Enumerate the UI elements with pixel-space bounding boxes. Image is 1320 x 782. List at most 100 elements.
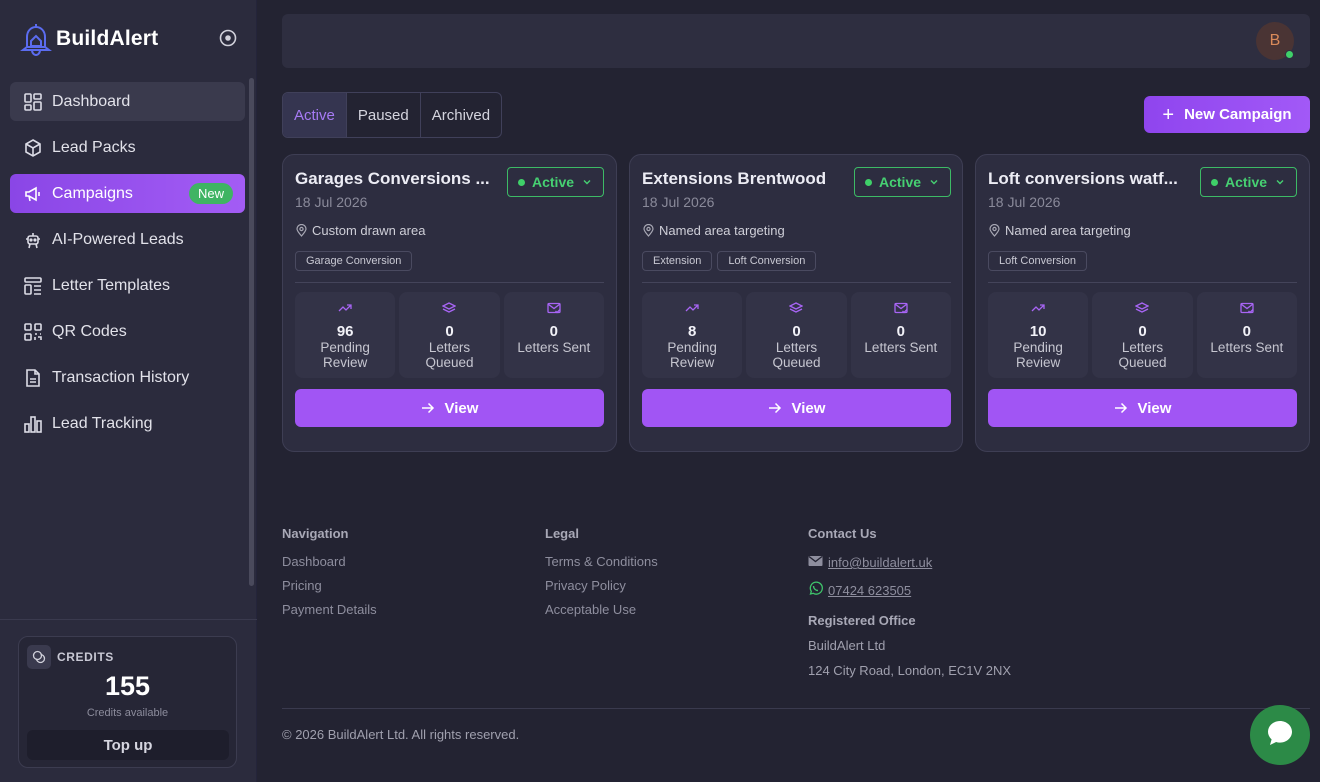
mail-check-icon: [851, 301, 951, 315]
stat-value: 96: [336, 323, 354, 340]
stat-letters-queued: 0 Letters Queued: [746, 292, 847, 378]
status-dropdown[interactable]: Active: [1200, 167, 1297, 197]
email-link[interactable]: info@buildalert.uk: [828, 555, 932, 570]
campaign-title: Extensions Brentwood: [642, 169, 827, 188]
divider: [282, 708, 1310, 709]
divider: [988, 282, 1297, 283]
stat-value: 0: [896, 323, 905, 340]
footer-link-pricing[interactable]: Pricing: [282, 578, 377, 593]
new-campaign-button[interactable]: + New Campaign: [1144, 96, 1310, 133]
campaign-area: Custom drawn area: [295, 223, 425, 238]
sidebar-item-label: Letter Templates: [52, 276, 170, 294]
sidebar-item-qr-codes[interactable]: QR Codes: [10, 312, 245, 351]
footer-link-payment-details[interactable]: Payment Details: [282, 602, 377, 617]
stat-value: 10: [1029, 323, 1047, 340]
sidebar-item-lead-tracking[interactable]: Lead Tracking: [10, 404, 245, 443]
campaign-card: Loft conversions watf... 18 Jul 2026 Act…: [975, 154, 1310, 452]
chat-button[interactable]: [1250, 705, 1310, 765]
stat-pending-review: 8 Pending Review: [642, 292, 743, 378]
status-dropdown[interactable]: Active: [507, 167, 604, 197]
registered-office-heading: Registered Office: [808, 613, 916, 628]
coins-icon: [27, 645, 51, 669]
company-address: 124 City Road, London, EC1V 2NX: [808, 663, 1012, 678]
stats-row: 10 Pending Review 0 Letters Queued 0 Let…: [988, 292, 1297, 378]
company-name: BuildAlert Ltd: [808, 638, 886, 653]
new-campaign-label: New Campaign: [1184, 106, 1292, 123]
sidebar-item-label: Lead Packs: [52, 138, 136, 156]
campaign-status-tabs: Active Paused Archived: [282, 92, 503, 138]
view-label: View: [1137, 399, 1172, 417]
tab-active[interactable]: Active: [283, 93, 347, 137]
brand-name: BuildAlert: [56, 27, 159, 50]
footer-link-dashboard[interactable]: Dashboard: [282, 554, 377, 569]
stat-letters-sent: 0 Letters Sent: [1196, 292, 1297, 378]
tag: Garage Conversion: [295, 251, 413, 271]
view-button[interactable]: View: [295, 389, 604, 427]
sidebar-scrollbar[interactable]: [249, 78, 254, 586]
avatar[interactable]: B: [1256, 22, 1294, 60]
chevron-down-icon: [1275, 174, 1285, 190]
tag-list: Garage Conversion: [295, 251, 413, 271]
footer-heading: Contact Us: [808, 526, 877, 541]
new-badge: New: [188, 183, 233, 204]
sidebar-item-label: Lead Tracking: [52, 414, 153, 432]
package-icon: [23, 138, 43, 158]
campaign-title: Loft conversions watf...: [988, 169, 1178, 188]
sidebar-item-ai-powered-leads[interactable]: AI-Powered Leads: [10, 220, 245, 259]
trending-up-icon: [642, 301, 742, 315]
tag: Loft Conversion: [988, 251, 1088, 271]
chevron-down-icon: [582, 174, 592, 190]
receipt-icon: [23, 368, 43, 388]
sidebar-item-letter-templates[interactable]: Letter Templates: [10, 266, 245, 305]
footer-heading: Navigation: [282, 526, 349, 541]
tab-archived[interactable]: Archived: [421, 93, 501, 137]
layers-icon: [399, 301, 499, 315]
robot-icon: [23, 230, 43, 250]
status-dropdown[interactable]: Active: [854, 167, 951, 197]
divider: [0, 619, 257, 620]
stat-label: Letters Queued: [772, 340, 821, 370]
status-label: Active: [532, 174, 575, 190]
chat-bubble-icon: [1265, 718, 1295, 753]
footer-contact: Contact Us info@buildalert.uk 07424 6235…: [808, 526, 1011, 688]
stat-pending-review: 10 Pending Review: [988, 292, 1089, 378]
campaign-date: 18 Jul 2026: [988, 194, 1061, 210]
sidebar-item-campaigns[interactable]: Campaigns New: [10, 174, 245, 213]
campaign-date: 18 Jul 2026: [295, 194, 368, 210]
tag-list: Extension Loft Conversion: [642, 251, 817, 271]
status-dot: [1211, 178, 1218, 186]
sidebar-collapse-icon[interactable]: [218, 28, 238, 48]
map-pin-icon: [988, 224, 1001, 237]
status-label: Active: [879, 174, 922, 190]
mail-icon: [808, 554, 823, 572]
bar-chart-icon: [23, 414, 43, 434]
megaphone-icon: [23, 184, 43, 204]
contact-email-row: info@buildalert.uk: [808, 554, 1011, 571]
arrow-right-icon: [1114, 402, 1128, 414]
footer-link-terms[interactable]: Terms & Conditions: [545, 554, 658, 569]
campaign-card: Extensions Brentwood 18 Jul 2026 Active …: [629, 154, 963, 452]
footer-link-acceptable-use[interactable]: Acceptable Use: [545, 602, 658, 617]
sidebar-nav: Dashboard Lead Packs Campaigns New AI-Po…: [10, 82, 245, 450]
footer-link-privacy[interactable]: Privacy Policy: [545, 578, 658, 593]
footer-legal: Legal Terms & Conditions Privacy Policy …: [545, 526, 658, 626]
stat-value: 0: [1138, 323, 1147, 340]
credits-subtext: Credits available: [86, 707, 169, 719]
stat-value: 8: [687, 323, 697, 340]
phone-link[interactable]: 07424 623505: [828, 583, 911, 598]
sidebar-item-dashboard[interactable]: Dashboard: [10, 82, 245, 121]
tag: Extension: [642, 251, 713, 271]
stat-value: 0: [445, 323, 454, 340]
view-label: View: [791, 399, 826, 417]
arrow-right-icon: [768, 402, 782, 414]
sidebar-item-transaction-history[interactable]: Transaction History: [10, 358, 245, 397]
sidebar-item-lead-packs[interactable]: Lead Packs: [10, 128, 245, 167]
tab-paused[interactable]: Paused: [347, 93, 421, 137]
view-button[interactable]: View: [988, 389, 1297, 427]
footer-heading: Legal: [545, 526, 579, 541]
top-up-button[interactable]: Top up: [27, 730, 229, 760]
sidebar-item-label: QR Codes: [52, 322, 127, 340]
plus-icon: +: [1162, 103, 1175, 126]
view-button[interactable]: View: [642, 389, 951, 427]
brand-logo[interactable]: BuildAlert: [20, 20, 240, 58]
